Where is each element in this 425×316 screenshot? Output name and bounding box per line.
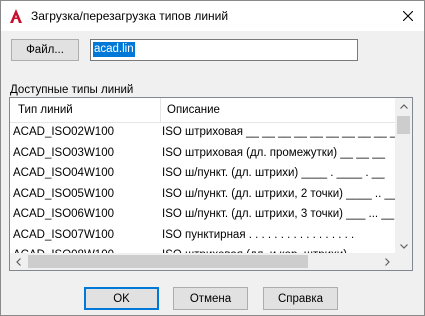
file-name-value: acad.lin	[93, 42, 135, 57]
linetype-description: ISO ш/пункт. (дл. штрихи) ____ . ____ . …	[162, 167, 385, 179]
dialog-window: Загрузка/перезагрузка типов линий Файл..…	[0, 0, 425, 316]
linetype-name: ACAD_ISO06W100	[13, 208, 114, 220]
linetype-name: ACAD_ISO02W100	[13, 126, 114, 138]
vertical-scrollbar[interactable]	[395, 98, 412, 255]
vertical-scroll-thumb[interactable]	[397, 116, 410, 134]
linetype-description: ISO штриховая __ __ __ __ __ __ __ __ __…	[162, 126, 413, 138]
list-item[interactable]: ACAD_ISO06W100 ISO ш/пункт. (дл. штрихи,…	[10, 205, 396, 226]
linetype-name: ACAD_ISO05W100	[13, 187, 114, 200]
list-item[interactable]: ACAD_ISO02W100 ISO штриховая __ __ __ __…	[10, 123, 412, 144]
linetype-description: ISO ш/пункт. (дл. штрихи, 3 точки) ___ .…	[162, 208, 395, 220]
list-item[interactable]: ACAD_ISO05W100 ISO ш/пункт. (дл. штрихи,…	[10, 185, 398, 206]
close-button[interactable]	[392, 1, 424, 31]
column-header-description[interactable]: Описание	[167, 104, 220, 116]
linetype-name: ACAD_ISO03W100	[13, 146, 114, 159]
scroll-up-icon[interactable]	[395, 98, 412, 115]
file-button-label: Файл...	[26, 44, 64, 56]
list-item[interactable]: ACAD_ISO04W100 ISO ш/пункт. (дл. штрихи)…	[10, 164, 396, 185]
list-item[interactable]: ACAD_ISO07W100 ISO пунктирная . . . . . …	[10, 226, 396, 247]
horizontal-scrollbar[interactable]	[10, 253, 396, 270]
list-item[interactable]: ACAD_ISO03W100 ISO штриховая (дл. промеж…	[10, 144, 396, 165]
cancel-button[interactable]: Отмена	[173, 287, 248, 310]
linetype-list[interactable]: Тип линий Описание ACAD_ISO02W100 ISO шт…	[9, 97, 413, 271]
list-rows: ACAD_ISO02W100 ISO штриховая __ __ __ __…	[10, 123, 412, 267]
linetype-name: ACAD_ISO04W100	[13, 167, 114, 179]
column-divider[interactable]	[160, 98, 161, 122]
available-linetypes-label: Доступные типы линий	[10, 84, 134, 96]
scroll-right-icon[interactable]	[379, 253, 396, 270]
ok-button[interactable]: OK	[84, 287, 159, 310]
close-icon	[403, 11, 413, 21]
title-bar: Загрузка/перезагрузка типов линий	[1, 1, 424, 31]
linetype-description: ISO пунктирная . . . . . . . . . . . . .…	[162, 228, 355, 241]
linetype-description: ISO ш/пункт. (дл. штрихи, 2 точки) ____ …	[162, 187, 398, 200]
help-button[interactable]: Справка	[263, 287, 338, 310]
scroll-left-icon[interactable]	[10, 253, 27, 270]
scrollbar-corner	[395, 253, 412, 270]
column-header-linetype[interactable]: Тип линий	[18, 104, 73, 116]
file-button[interactable]: Файл...	[11, 39, 79, 61]
horizontal-scroll-thumb[interactable]	[28, 255, 308, 268]
autocad-logo-icon	[8, 8, 24, 24]
linetype-name: ACAD_ISO07W100	[13, 228, 114, 241]
ok-button-label: OK	[113, 292, 130, 305]
list-header: Тип линий Описание	[10, 98, 396, 123]
window-title: Загрузка/перезагрузка типов линий	[31, 9, 229, 23]
file-name-input[interactable]: acad.lin	[90, 39, 358, 61]
help-button-label: Справка	[277, 292, 324, 305]
cancel-button-label: Отмена	[189, 292, 232, 305]
linetype-description: ISO штриховая (дл. промежутки) __ __ __	[162, 146, 386, 159]
